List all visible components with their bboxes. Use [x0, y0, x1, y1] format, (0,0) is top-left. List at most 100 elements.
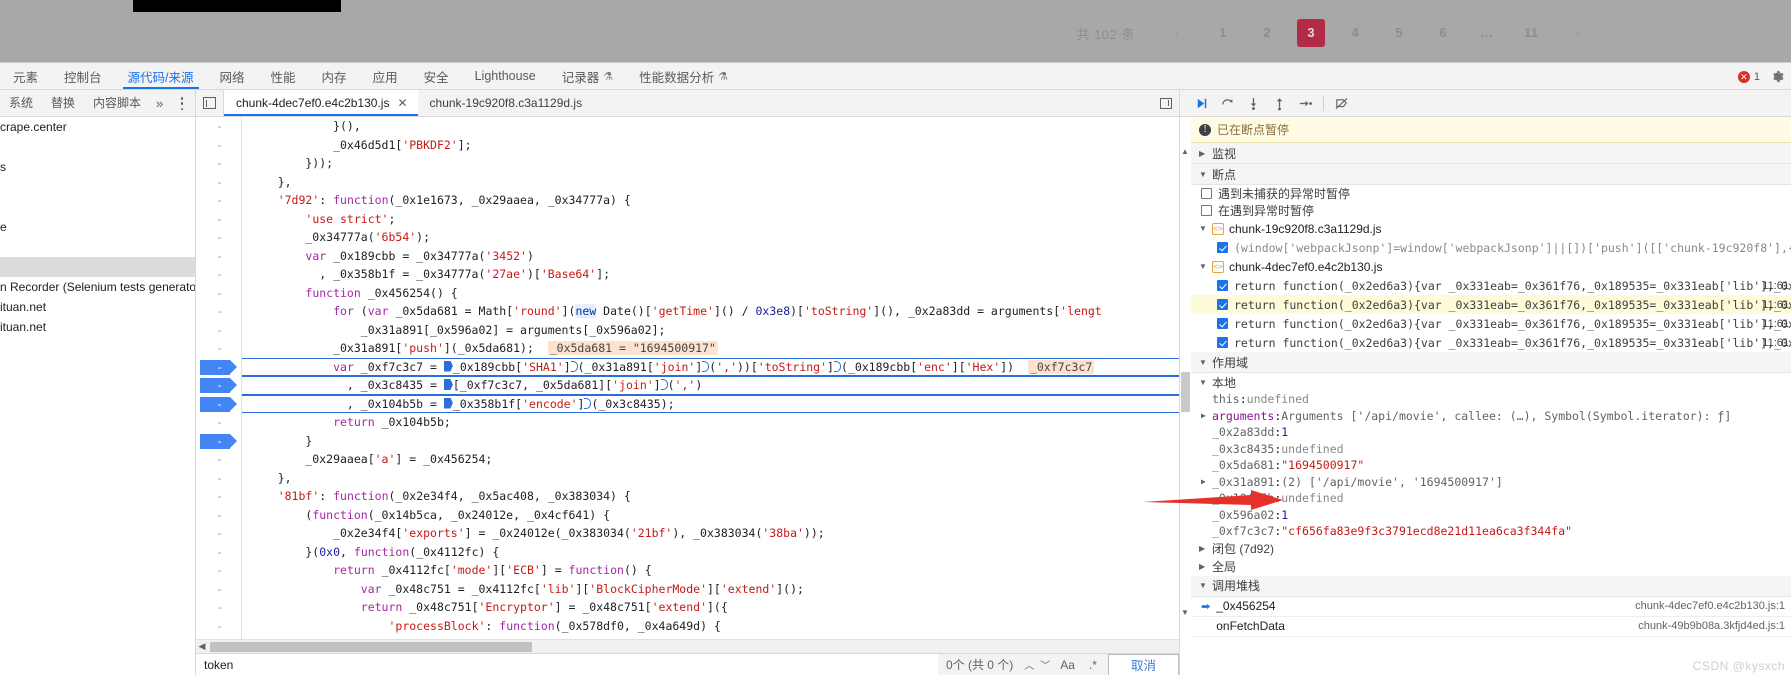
file-tab-chunk-19c920f8[interactable]: chunk-19c920f8.c3a1129d.js: [418, 90, 593, 116]
chevron-right-icon[interactable]: ▶: [1201, 477, 1212, 486]
line-gutter-cell[interactable]: -: [196, 561, 230, 580]
inline-breakpoint-chip-outline[interactable]: [570, 360, 578, 372]
breakpoint-item[interactable]: return function(_0x2ed6a3){var _0x331eab…: [1191, 276, 1791, 295]
code-line[interactable]: 'use strict';: [242, 210, 1179, 229]
code-line[interactable]: function _0x456254() {: [242, 284, 1179, 303]
scope-local-header[interactable]: ▼ 本地: [1191, 373, 1791, 391]
code-line[interactable]: (function(_0x14b5ca, _0x24012e, _0x4cf64…: [242, 506, 1179, 525]
tab-security[interactable]: 安全: [411, 63, 462, 89]
breakpoint-file-group[interactable]: ▼ <> chunk-4dec7ef0.e4c2b130.js: [1191, 257, 1791, 276]
scroll-down-icon[interactable]: ▼: [1181, 608, 1189, 617]
pagination-page-4[interactable]: 4: [1341, 19, 1369, 47]
call-stack-frame[interactable]: ➡ onFetchData chunk-49b9b08a.3kfjd4ed.js…: [1191, 617, 1791, 637]
nav-file-item-selected[interactable]: [0, 257, 195, 277]
tab-network[interactable]: 网络: [207, 63, 258, 89]
deactivate-breakpoints-button[interactable]: [1329, 91, 1355, 115]
call-stack-frame[interactable]: ➡ _0x456254 chunk-4dec7ef0.e4c2b130.js:1: [1191, 597, 1791, 617]
nav-file-item[interactable]: ituan.net: [0, 317, 195, 337]
breakpoint-gutter[interactable]: ------------------------------------: [196, 117, 237, 639]
match-case-button[interactable]: Aa: [1053, 658, 1082, 672]
inline-breakpoint-chip-outline[interactable]: [833, 360, 841, 372]
breakpoint-marker[interactable]: -: [200, 359, 237, 375]
pagination-page-5[interactable]: 5: [1385, 19, 1413, 47]
code-line[interactable]: _0x29aaea['a'] = _0x456254;: [242, 450, 1179, 469]
line-gutter-cell[interactable]: -: [196, 543, 230, 562]
pagination-ellipsis[interactable]: …: [1473, 19, 1501, 47]
more-options-icon[interactable]: [175, 96, 189, 111]
line-gutter-cell[interactable]: -: [196, 173, 230, 192]
tab-application[interactable]: 应用: [360, 63, 411, 89]
toggle-debugger-button[interactable]: [1158, 95, 1174, 111]
scope-variable-row[interactable]: ▶ _0x31a891: (2) ['/api/movie', '16945009…: [1191, 474, 1791, 491]
line-gutter-cell[interactable]: -: [196, 524, 230, 543]
pagination-next[interactable]: ›: [1563, 19, 1591, 47]
scope-variable-row[interactable]: ▶ arguments: Arguments ['/api/movie', cal…: [1191, 408, 1791, 425]
code-line[interactable]: , _0x104b5b = _0x358b1f['encode'] (_0x3c8…: [242, 395, 1179, 414]
breakpoint-item-active[interactable]: return function(_0x2ed6a3){var _0x331eab…: [1191, 295, 1791, 314]
nav-file-item[interactable]: [0, 177, 195, 197]
line-gutter-cell[interactable]: -: [196, 506, 230, 525]
breakpoints-section-header[interactable]: ▼ 断点: [1191, 164, 1791, 185]
code-line[interactable]: var _0x48c751 = _0x4112fc['lib']['BlockC…: [242, 580, 1179, 599]
inline-breakpoint-chip[interactable]: [443, 397, 453, 409]
checkbox[interactable]: [1201, 188, 1212, 199]
pagination-page-6[interactable]: 6: [1429, 19, 1457, 47]
code-line[interactable]: for (var _0x5da681 = Math['round'](new D…: [242, 302, 1179, 321]
toggle-navigator-button[interactable]: [196, 90, 224, 116]
nav-file-item[interactable]: n Recorder (Selenium tests generator): [0, 277, 195, 297]
tab-console[interactable]: 控制台: [51, 63, 115, 89]
line-gutter-cell[interactable]: -: [196, 154, 230, 173]
search-prev-icon[interactable]: ︿: [1021, 657, 1037, 672]
step-out-button[interactable]: [1266, 91, 1292, 115]
line-gutter-cell[interactable]: -: [196, 339, 230, 358]
horizontal-scrollbar[interactable]: ◀: [196, 639, 1179, 653]
pagination-page-11[interactable]: 11: [1517, 19, 1545, 47]
pagination-page-3[interactable]: 3: [1297, 19, 1325, 47]
file-tab-chunk-4dec7ef0[interactable]: chunk-4dec7ef0.e4c2b130.js ✕: [224, 90, 418, 116]
line-gutter-cell[interactable]: -: [196, 321, 230, 340]
line-gutter-cell[interactable]: -: [196, 598, 230, 617]
nav-file-item[interactable]: s: [0, 157, 195, 177]
scope-global-header[interactable]: ▶ 全局: [1191, 558, 1791, 576]
checkbox[interactable]: [1217, 242, 1228, 253]
code-line[interactable]: return _0x4112fc['mode']['ECB'] = functi…: [242, 561, 1179, 580]
code-view[interactable]: ------------------------------------ }()…: [196, 117, 1179, 639]
tab-performance[interactable]: 性能: [258, 63, 309, 89]
pagination-page-2[interactable]: 2: [1253, 19, 1281, 47]
line-gutter-cell[interactable]: -: [196, 413, 230, 432]
nav-file-item[interactable]: e: [0, 217, 195, 237]
line-gutter-cell[interactable]: -: [196, 117, 230, 136]
scope-closure-header[interactable]: ▶ 闭包 (7d92): [1191, 540, 1791, 558]
pagination-prev[interactable]: ‹: [1163, 19, 1191, 47]
tab-lighthouse[interactable]: Lighthouse: [462, 63, 549, 89]
checkbox[interactable]: [1217, 337, 1228, 348]
scope-variable-row[interactable]: this: undefined: [1191, 391, 1791, 408]
sidebar-scrollbar[interactable]: ▲ ▼: [1180, 117, 1191, 675]
breakpoint-item[interactable]: return function(_0x2ed6a3){var _0x331eab…: [1191, 314, 1791, 333]
code-line[interactable]: _0x31a891['push'](_0x5da681); _0x5da681 …: [242, 339, 1179, 358]
nav-tab-overrides[interactable]: 替换: [42, 90, 84, 117]
code-line[interactable]: _0x31a891[_0x596a02] = arguments[_0x596a…: [242, 321, 1179, 340]
code-line[interactable]: '7d92': function(_0x1e1673, _0x29aaea, _…: [242, 191, 1179, 210]
code-line[interactable]: 'processBlock': function(_0x578df0, _0x4…: [242, 617, 1179, 636]
nav-tab-content-scripts[interactable]: 内容脚本: [84, 90, 150, 117]
breakpoint-item[interactable]: return function(_0x2ed6a3){var _0x331eab…: [1191, 333, 1791, 352]
nav-tab-system[interactable]: 系统: [0, 90, 42, 117]
scope-variable-row[interactable]: _0x596a02: 1: [1191, 507, 1791, 524]
breakpoint-marker[interactable]: -: [200, 378, 237, 393]
code-line[interactable]: '81bf': function(_0x2e34f4, _0x5ac408, _…: [242, 487, 1179, 506]
code-line[interactable]: }: [242, 432, 1179, 451]
sidebar-scroll-thumb[interactable]: [1181, 372, 1190, 412]
chevron-right-icon[interactable]: ▶: [1201, 411, 1212, 420]
line-gutter-cell[interactable]: -: [196, 487, 230, 506]
line-gutter-cell[interactable]: -: [196, 247, 230, 266]
breakpoint-item[interactable]: (window['webpackJsonp']=window['webpackJ…: [1191, 238, 1791, 257]
nav-file-item[interactable]: [0, 137, 195, 157]
inline-breakpoint-chip[interactable]: [443, 379, 453, 390]
code-line[interactable]: }(0x0, function(_0x4112fc) {: [242, 543, 1179, 562]
cancel-button[interactable]: 取消: [1107, 653, 1179, 675]
nav-more-icon[interactable]: »: [150, 96, 169, 111]
inline-breakpoint-chip[interactable]: [443, 360, 453, 372]
tab-elements[interactable]: 元素: [0, 63, 51, 89]
pause-caught-exceptions-row[interactable]: 在遇到异常时暂停: [1191, 202, 1791, 219]
